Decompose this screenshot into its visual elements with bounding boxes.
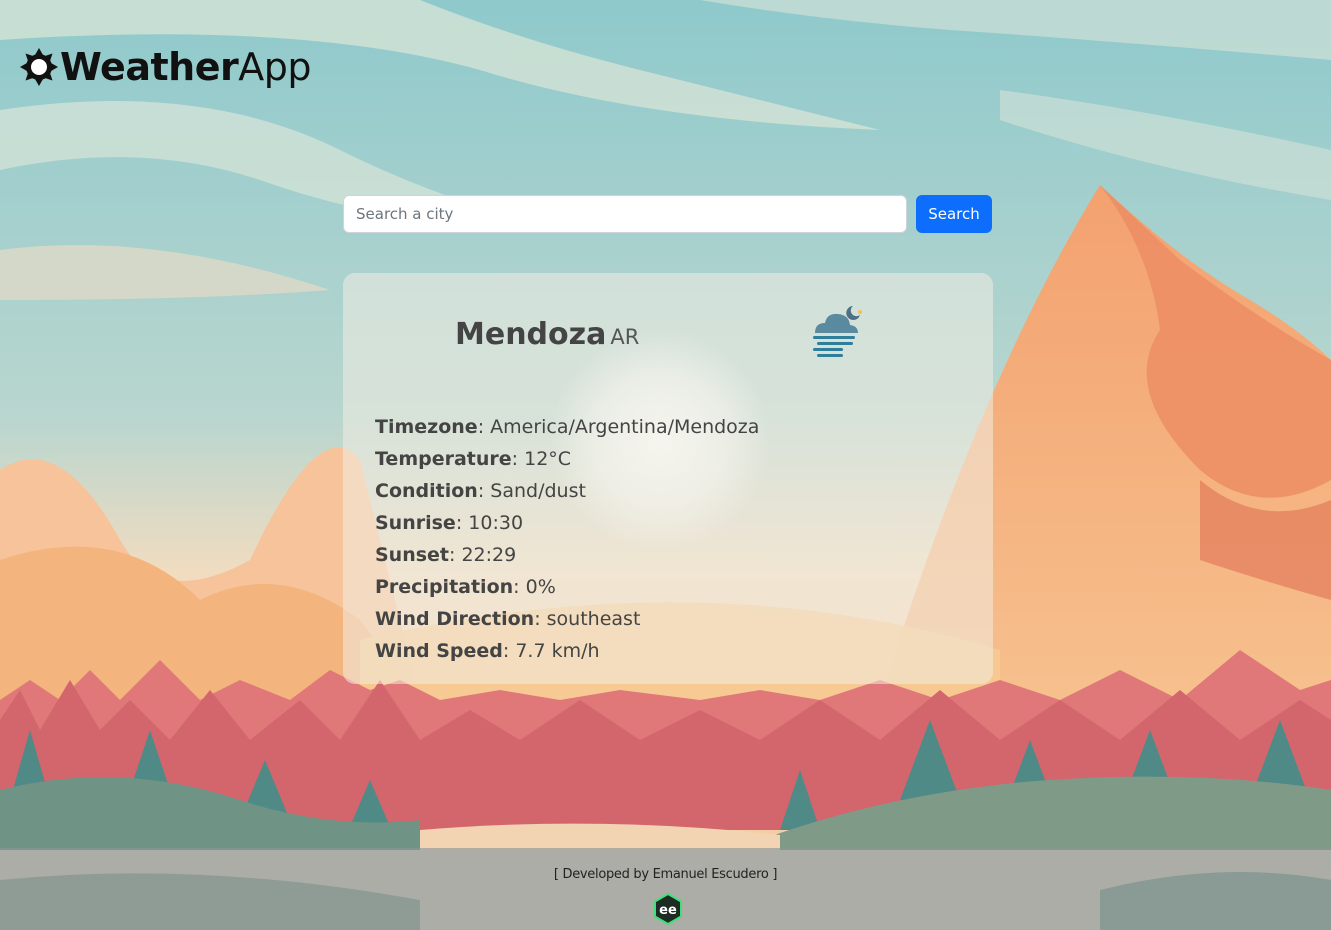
- detail-wind-speed: Wind Speed: 7.7 km/h: [375, 640, 600, 662]
- detail-value: 12°C: [524, 448, 572, 470]
- detail-value: 0%: [525, 576, 556, 598]
- city-search-input[interactable]: [343, 195, 907, 233]
- detail-value: America/Argentina/Mendoza: [490, 416, 760, 438]
- detail-label: Timezone: [375, 416, 478, 438]
- detail-label: Condition: [375, 480, 478, 502]
- detail-sunset: Sunset: 22:29: [375, 544, 517, 566]
- search-button[interactable]: Search: [916, 195, 992, 233]
- search-bar: Search: [343, 195, 993, 233]
- weather-details: Timezone: America/Argentina/Mendoza Temp…: [375, 411, 759, 667]
- footer: [ Developed by Emanuel Escudero ] ee: [0, 848, 1331, 930]
- detail-temperature: Temperature: 12°C: [375, 448, 572, 470]
- detail-value: Sand/dust: [490, 480, 586, 502]
- detail-sunrise: Sunrise: 10:30: [375, 512, 524, 534]
- svg-text:ee: ee: [659, 903, 677, 918]
- city-heading: Mendoza AR: [455, 317, 639, 352]
- detail-label: Sunset: [375, 544, 450, 566]
- detail-wind-direction: Wind Direction: southeast: [375, 608, 641, 630]
- detail-value: 10:30: [468, 512, 524, 534]
- cloud-fog-moon-icon: [813, 306, 862, 357]
- detail-label: Wind Speed: [375, 640, 503, 662]
- country-code: AR: [610, 325, 640, 349]
- detail-condition: Condition: Sand/dust: [375, 480, 586, 502]
- weather-card: Mendoza AR Timezone: America/Argentina/Me…: [343, 273, 993, 684]
- developer-credit: [ Developed by Emanuel Escudero ]: [553, 867, 778, 882]
- app-title-strong: Weather: [60, 45, 239, 89]
- sun-gear-icon: [20, 48, 58, 86]
- app-brand: WeatherApp: [19, 42, 311, 92]
- app-title: WeatherApp: [60, 42, 311, 92]
- detail-precipitation: Precipitation: 0%: [375, 576, 556, 598]
- detail-timezone: Timezone: America/Argentina/Mendoza: [375, 416, 760, 438]
- detail-label: Temperature: [375, 448, 512, 470]
- detail-label: Sunrise: [375, 512, 456, 534]
- ee-developer-logo-icon[interactable]: ee: [652, 893, 684, 925]
- detail-value: 22:29: [461, 544, 517, 566]
- detail-label: Wind Direction: [375, 608, 535, 630]
- detail-value: southeast: [546, 608, 641, 630]
- detail-label: Precipitation: [375, 576, 514, 598]
- detail-value: 7.7 km/h: [515, 640, 600, 662]
- app-title-light: App: [238, 45, 311, 89]
- city-name: Mendoza: [455, 317, 607, 352]
